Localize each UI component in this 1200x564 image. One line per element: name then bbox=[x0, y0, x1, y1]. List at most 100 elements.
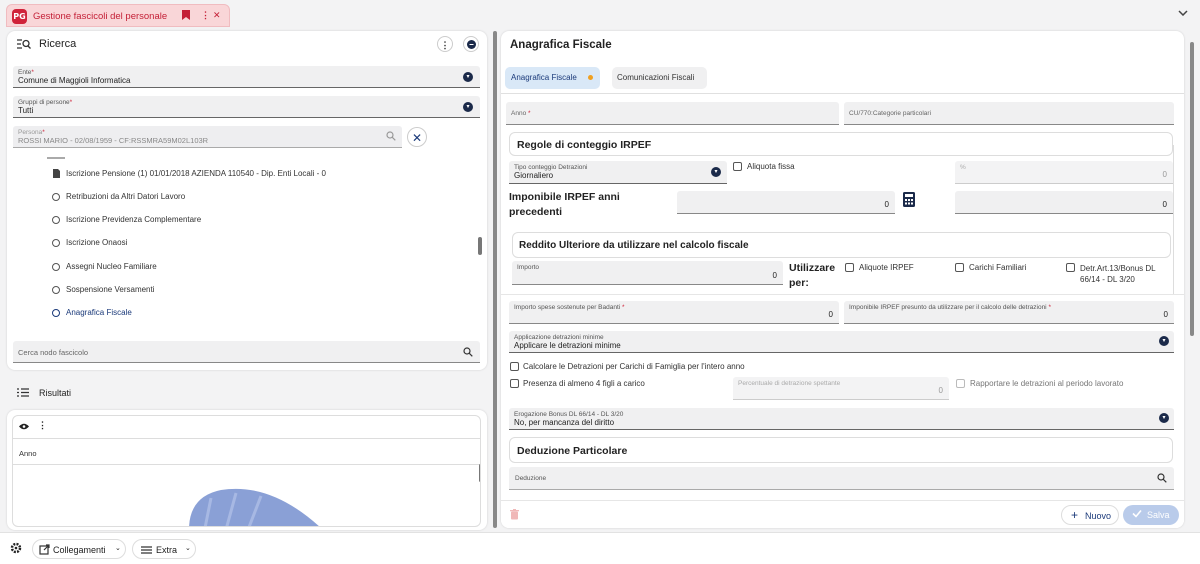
percent-field[interactable]: % 0 bbox=[955, 161, 1173, 184]
search-icon[interactable] bbox=[463, 347, 473, 359]
search-title: Ricerca bbox=[39, 38, 77, 50]
app-tab[interactable]: PG Gestione fascicoli del personale ⋮ ✕ bbox=[6, 4, 230, 27]
deduzione-field[interactable]: Deduzione bbox=[509, 467, 1174, 490]
circle-icon bbox=[52, 239, 60, 247]
percentuale-field[interactable]: Percentuale di detrazione spettante 0 bbox=[733, 377, 949, 400]
imponibile-input[interactable]: 0 bbox=[677, 191, 895, 214]
delete-icon[interactable] bbox=[510, 509, 519, 522]
search-icon[interactable] bbox=[1157, 473, 1167, 485]
circle-icon bbox=[52, 263, 60, 271]
salva-button[interactable]: Salva bbox=[1123, 505, 1179, 525]
bookmark-icon[interactable] bbox=[182, 10, 190, 22]
close-tab-icon[interactable]: ✕ bbox=[213, 10, 221, 21]
results-title: Risultati bbox=[39, 388, 72, 398]
imponibile-presunto-field[interactable]: Imponibile IRPEF presunto da utilizzare … bbox=[844, 301, 1174, 324]
aliquote-irpef-checkbox[interactable] bbox=[845, 263, 854, 272]
persona-value: ROSSI MARIO - 02/08/1959 - CF:RSSMRA59M0… bbox=[18, 136, 209, 145]
irpef-title: Regole di conteggio IRPEF bbox=[517, 139, 652, 151]
tab-label: Anagrafica Fiscale bbox=[511, 73, 577, 82]
gear-icon[interactable] bbox=[10, 542, 22, 556]
imponibile-presunto-label: Imponibile IRPEF presunto da utilizzare … bbox=[849, 304, 1051, 311]
divider bbox=[501, 294, 1184, 295]
detr-bonus-checkbox[interactable] bbox=[1066, 263, 1075, 272]
rapportare-checkbox[interactable] bbox=[956, 379, 965, 388]
more-vert-icon[interactable]: ⋮ bbox=[38, 420, 47, 431]
applicazione-label: Applicazione detrazioni minime bbox=[514, 334, 604, 341]
tree-item[interactable]: Assegni Nucleo Familiare bbox=[51, 261, 471, 275]
gruppi-label: Gruppi di persone* bbox=[18, 99, 73, 106]
carichi-familiari-label: Carichi Familiari bbox=[969, 263, 1027, 272]
tree-item[interactable]: Retribuzioni da Altri Datori Lavoro bbox=[51, 191, 471, 205]
tree-scrollbar[interactable] bbox=[478, 237, 482, 255]
erogazione-select[interactable]: Erogazione Bonus DL 66/14 - DL 3/20 No, … bbox=[509, 408, 1174, 430]
dropdown-icon[interactable]: ▾ bbox=[1159, 413, 1169, 423]
chevron-down-icon[interactable] bbox=[1178, 8, 1188, 19]
results-scrollbar[interactable] bbox=[479, 464, 480, 482]
clear-persona-button[interactable]: ✕ bbox=[407, 127, 427, 147]
tree-item-active[interactable]: Anagrafica Fiscale bbox=[51, 307, 471, 321]
modified-dot-icon bbox=[588, 75, 593, 80]
circle-icon bbox=[52, 193, 60, 201]
anno-label: Anno * bbox=[511, 110, 531, 117]
footer-bar: Collegamenti ⌄ Extra ⌄ bbox=[0, 532, 1200, 564]
more-vert-icon[interactable]: ⋮ bbox=[437, 36, 453, 52]
tree-item-label: Sospensione Versamenti bbox=[66, 285, 155, 294]
search-node-placeholder: Cerca nodo fascicolo bbox=[18, 348, 89, 357]
tab-comunicazioni-fiscali[interactable]: Comunicazioni Fiscali bbox=[612, 67, 707, 89]
chevron-down-icon: ⌄ bbox=[185, 545, 191, 552]
action-bar: + Nuovo Salva bbox=[501, 500, 1184, 528]
presenza-figli-label: Presenza di almeno 4 figli a carico bbox=[523, 379, 645, 388]
calcolare-checkbox[interactable] bbox=[510, 362, 519, 371]
dropdown-icon[interactable]: ▾ bbox=[711, 167, 721, 177]
tree-item[interactable]: Iscrizione Onaosi bbox=[51, 237, 471, 251]
dropdown-icon[interactable]: ▾ bbox=[463, 72, 473, 82]
imponibile-input-2[interactable]: 0 bbox=[955, 191, 1173, 214]
percentuale-value: 0 bbox=[938, 386, 943, 395]
detr-bonus-label: Detr.Art.13/Bonus DL 66/14 - DL 3/20 bbox=[1080, 264, 1156, 284]
tree-item-label: Anagrafica Fiscale bbox=[66, 308, 132, 317]
applicazione-value: Applicare le detrazioni minime bbox=[514, 341, 621, 350]
results-table: ⋮ Anno bbox=[12, 415, 481, 527]
anno-field[interactable]: Anno * bbox=[506, 102, 839, 125]
page-scrollbar[interactable] bbox=[1190, 42, 1194, 336]
calculator-icon[interactable] bbox=[903, 192, 917, 209]
nuovo-button[interactable]: + Nuovo bbox=[1061, 505, 1119, 525]
tree-item[interactable]: Iscrizione Previdenza Complementare bbox=[51, 214, 471, 228]
search-icon[interactable] bbox=[386, 131, 396, 143]
carichi-familiari-checkbox[interactable] bbox=[955, 263, 964, 272]
extra-button[interactable]: Extra ⌄ bbox=[132, 539, 196, 559]
gruppi-value: Tutti bbox=[18, 106, 34, 115]
search-node-input[interactable]: Cerca nodo fascicolo bbox=[13, 341, 480, 363]
divider bbox=[13, 464, 480, 465]
calcolare-label: Calcolare le Detrazioni per Carichi di F… bbox=[523, 362, 745, 371]
importo-field[interactable]: Importo 0 bbox=[512, 261, 783, 285]
collegamenti-button[interactable]: Collegamenti ⌄ bbox=[32, 539, 126, 559]
divider bbox=[501, 93, 1184, 94]
persona-label: Persona* bbox=[18, 129, 45, 136]
aliquota-fissa-checkbox[interactable] bbox=[733, 162, 742, 171]
tipo-conteggio-select[interactable]: Tipo conteggio Detrazioni Giornaliero ▾ bbox=[509, 161, 727, 184]
persona-field[interactable]: Persona* ROSSI MARIO - 02/08/1959 - CF:R… bbox=[13, 126, 402, 148]
dropdown-icon[interactable]: ▾ bbox=[1159, 336, 1169, 346]
dropdown-icon[interactable]: ▾ bbox=[463, 102, 473, 112]
eye-icon[interactable] bbox=[19, 422, 29, 432]
badanti-label: Importo spese sostenute per Badanti * bbox=[514, 304, 625, 311]
tree-item[interactable]: Iscrizione Pensione (1) 01/01/2018 AZIEN… bbox=[51, 168, 471, 182]
cu-field[interactable]: CU/770:Categorie particolari bbox=[844, 102, 1174, 125]
tree-item[interactable]: Sospensione Versamenti bbox=[51, 284, 471, 298]
tab-anagrafica-fiscale[interactable]: Anagrafica Fiscale bbox=[505, 67, 600, 89]
badanti-field[interactable]: Importo spese sostenute per Badanti * 0 bbox=[509, 301, 839, 324]
presenza-figli-checkbox[interactable] bbox=[510, 379, 519, 388]
empty-state-illustration bbox=[181, 488, 331, 526]
imponibile-presunto-value: 0 bbox=[1163, 310, 1168, 319]
gruppi-select[interactable]: Gruppi di persone* Tutti ▾ bbox=[13, 96, 480, 118]
tree-item-label: Iscrizione Previdenza Complementare bbox=[66, 215, 202, 224]
ente-select[interactable]: Ente* Comune di Maggioli Informatica ▾ bbox=[13, 66, 480, 88]
collapse-panel-icon[interactable] bbox=[463, 36, 479, 52]
chevron-down-icon: ⌄ bbox=[115, 545, 121, 552]
panel-splitter[interactable] bbox=[493, 31, 497, 528]
more-vert-icon[interactable]: ⋮ bbox=[201, 10, 210, 21]
applicazione-select[interactable]: Applicazione detrazioni minime Applicare… bbox=[509, 331, 1174, 353]
percentuale-label: Percentuale di detrazione spettante bbox=[738, 380, 841, 387]
column-header-anno[interactable]: Anno bbox=[19, 449, 37, 458]
